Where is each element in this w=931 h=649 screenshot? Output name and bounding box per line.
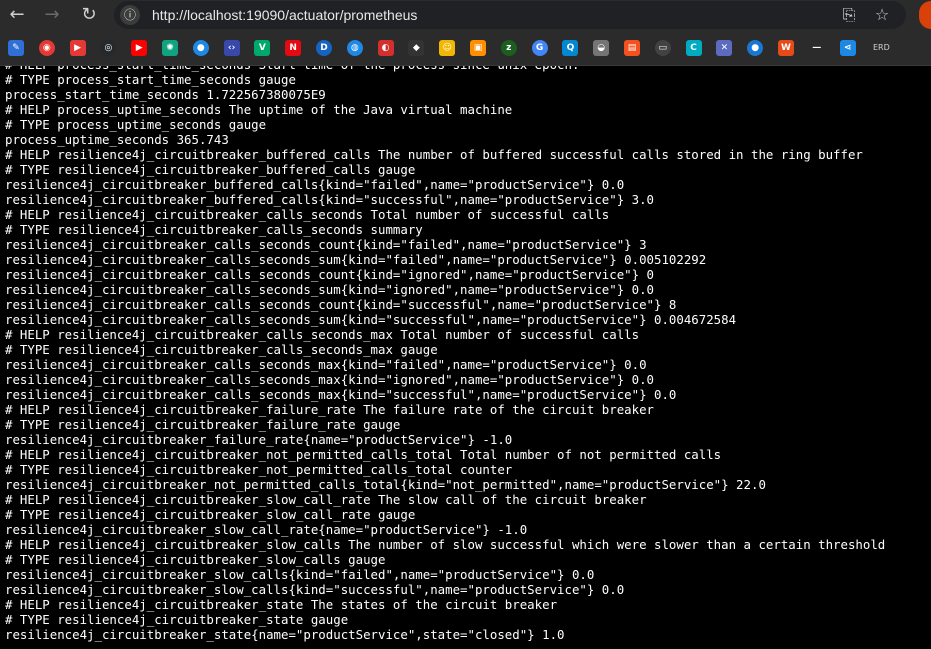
- forward-arrow-icon[interactable]: →: [40, 3, 64, 27]
- bookmark-image-icon[interactable]: ▣: [470, 40, 486, 56]
- back-arrow-icon[interactable]: ←: [5, 3, 29, 27]
- metric-line: resilience4j_circuitbreaker_slow_calls{k…: [5, 582, 625, 597]
- metric-line: # HELP process_uptime_seconds The uptime…: [5, 102, 513, 117]
- metric-line: resilience4j_circuitbreaker_buffered_cal…: [5, 177, 625, 192]
- bookmarks-bar: ✎ ◉ ▶ ◎ ▶ ✺ ● ‹› V N D ◍ ◐ ◆ ☺ ▣ z G Q ◒ ▤ ▭ C ✕ ● W — ⋖ ERD: [0, 30, 931, 66]
- bookmark-mail-icon[interactable]: ◉: [38, 40, 55, 56]
- metric-line: # HELP resilience4j_circuitbreaker_failu…: [5, 402, 655, 417]
- bookmark-netflix-icon[interactable]: N: [285, 40, 302, 56]
- metric-line: # HELP resilience4j_circuitbreaker_not_p…: [5, 447, 722, 462]
- metric-line: # HELP resilience4j_circuitbreaker_calls…: [5, 207, 610, 222]
- metric-line: resilience4j_circuitbreaker_not_permitte…: [5, 477, 766, 492]
- bookmark-z-icon[interactable]: z: [500, 40, 517, 56]
- bookmark-red-icon[interactable]: ◐: [377, 40, 394, 56]
- profile-button[interactable]: [919, 1, 931, 29]
- translate-icon[interactable]: ⎘: [839, 5, 859, 25]
- metric-line: resilience4j_circuitbreaker_calls_second…: [5, 387, 677, 402]
- metric-line: # HELP resilience4j_circuitbreaker_state…: [5, 597, 558, 612]
- bookmark-v-icon[interactable]: V: [254, 40, 271, 56]
- bookmark-web-icon[interactable]: ◒: [593, 40, 610, 56]
- bookmark-d-icon[interactable]: D: [316, 40, 332, 56]
- metric-line: # TYPE resilience4j_circuitbreaker_slow_…: [5, 507, 416, 522]
- bookmark-q-icon[interactable]: Q: [562, 40, 579, 56]
- url-text[interactable]: http://localhost:19090/actuator/promethe…: [152, 6, 417, 24]
- metric-line: resilience4j_circuitbreaker_calls_second…: [5, 252, 707, 267]
- metric-line: # TYPE resilience4j_circuitbreaker_calls…: [5, 222, 423, 237]
- reload-icon[interactable]: ↻: [77, 3, 101, 27]
- metric-line: # HELP resilience4j_circuitbreaker_buffe…: [5, 147, 863, 162]
- bookmark-github-icon[interactable]: ◎: [100, 40, 117, 56]
- bookmark-share-icon[interactable]: ⋖: [839, 40, 856, 56]
- metric-line: # TYPE process_start_time_seconds gauge: [5, 72, 296, 87]
- metric-line: resilience4j_circuitbreaker_calls_second…: [5, 237, 647, 252]
- bookmark-erd[interactable]: ERD: [870, 40, 893, 56]
- metric-line: # TYPE resilience4j_circuitbreaker_failu…: [5, 417, 401, 432]
- toolbar: ← → ↻ ⓘ http://localhost:19090/actuator/…: [0, 0, 931, 30]
- metric-line: # TYPE resilience4j_circuitbreaker_buffe…: [5, 162, 416, 177]
- metric-line: resilience4j_circuitbreaker_calls_second…: [5, 372, 655, 387]
- bookmark-box-icon[interactable]: ▤: [624, 40, 640, 56]
- metric-line: resilience4j_circuitbreaker_state{name="…: [5, 627, 565, 642]
- browser-window: ← → ↻ ⓘ http://localhost:19090/actuator/…: [0, 0, 931, 649]
- bookmark-laptop-icon[interactable]: ▭: [654, 40, 671, 56]
- bookmark-emoji-icon[interactable]: ☺: [439, 40, 456, 56]
- bookmark-translate-icon[interactable]: G: [531, 40, 548, 56]
- bookmark-c-icon[interactable]: C: [685, 40, 702, 56]
- bookmark-circle-icon[interactable]: ◍: [346, 40, 363, 56]
- bookmark-music-icon[interactable]: ▶: [69, 40, 86, 56]
- bookmark-ai-icon[interactable]: ✺: [162, 40, 178, 56]
- metric-line: # TYPE resilience4j_circuitbreaker_not_p…: [5, 462, 513, 477]
- metric-line: # TYPE resilience4j_circuitbreaker_calls…: [5, 342, 438, 357]
- metric-line: resilience4j_circuitbreaker_calls_second…: [5, 357, 647, 372]
- address-bar[interactable]: ⓘ http://localhost:19090/actuator/promet…: [114, 1, 906, 29]
- metric-line: # TYPE process_uptime_seconds gauge: [5, 117, 267, 132]
- metric-line: # HELP resilience4j_circuitbreaker_calls…: [5, 327, 640, 342]
- metric-line: resilience4j_circuitbreaker_calls_second…: [5, 267, 655, 282]
- metric-line: resilience4j_circuitbreaker_slow_calls{k…: [5, 567, 595, 582]
- metric-line: # TYPE resilience4j_circuitbreaker_slow_…: [5, 552, 386, 567]
- bookmark-sphere-icon[interactable]: ●: [747, 40, 764, 56]
- metric-line: resilience4j_circuitbreaker_failure_rate…: [5, 432, 513, 447]
- bookmark-globe-icon[interactable]: ●: [192, 40, 209, 56]
- bookmark-dash-icon[interactable]: —: [808, 40, 825, 56]
- bookmark-star-icon[interactable]: ☆: [872, 5, 892, 25]
- metric-line: resilience4j_circuitbreaker_buffered_cal…: [5, 192, 655, 207]
- bookmark-diamond-icon[interactable]: ◆: [408, 40, 425, 56]
- metric-line: # HELP resilience4j_circuitbreaker_slow_…: [5, 537, 886, 552]
- metric-line: resilience4j_circuitbreaker_calls_second…: [5, 282, 655, 297]
- metric-line: process_start_time_seconds 1.72256738007…: [5, 87, 326, 102]
- metric-line: resilience4j_circuitbreaker_calls_second…: [5, 297, 677, 312]
- metric-line: # HELP resilience4j_circuitbreaker_slow_…: [5, 492, 647, 507]
- site-info-icon[interactable]: ⓘ: [120, 5, 140, 25]
- prometheus-metrics-text: # HELP process_start_time_seconds Start …: [5, 66, 885, 642]
- page-content: # HELP process_start_time_seconds Start …: [0, 66, 931, 649]
- bookmark-youtube-icon[interactable]: ▶: [131, 40, 148, 56]
- metric-line: process_uptime_seconds 365.743: [5, 132, 229, 147]
- bookmark-editor-icon[interactable]: ✎: [8, 40, 24, 56]
- bookmark-code-icon[interactable]: ‹›: [223, 40, 240, 56]
- metric-line: resilience4j_circuitbreaker_slow_call_ra…: [5, 522, 528, 537]
- metric-line: resilience4j_circuitbreaker_calls_second…: [5, 312, 737, 327]
- bookmark-cross-icon[interactable]: ✕: [716, 40, 733, 56]
- metric-line: # TYPE resilience4j_circuitbreaker_state…: [5, 612, 349, 627]
- bookmark-w-icon[interactable]: W: [778, 40, 794, 56]
